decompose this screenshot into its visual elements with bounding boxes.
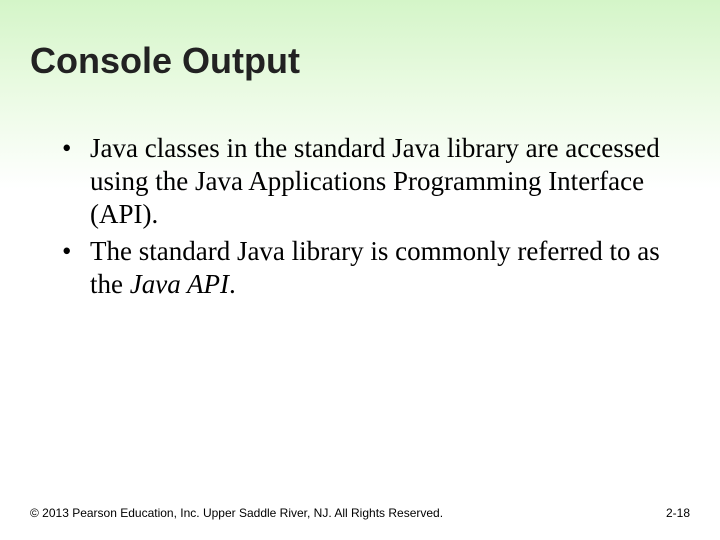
bullet-text: Java classes in the standard Java librar…	[90, 133, 660, 229]
copyright-text: © 2013 Pearson Education, Inc. Upper Sad…	[30, 506, 443, 520]
bullet-item: Java classes in the standard Java librar…	[62, 132, 690, 231]
bullet-list: Java classes in the standard Java librar…	[62, 132, 690, 301]
slide: Console Output Java classes in the stand…	[0, 0, 720, 540]
content-area: Java classes in the standard Java librar…	[30, 132, 690, 301]
footer: © 2013 Pearson Education, Inc. Upper Sad…	[30, 506, 690, 520]
bullet-suffix: .	[229, 269, 236, 299]
bullet-item: The standard Java library is commonly re…	[62, 235, 690, 301]
page-number: 2-18	[666, 506, 690, 520]
slide-title: Console Output	[30, 40, 690, 82]
bullet-italic: Java API	[130, 269, 229, 299]
